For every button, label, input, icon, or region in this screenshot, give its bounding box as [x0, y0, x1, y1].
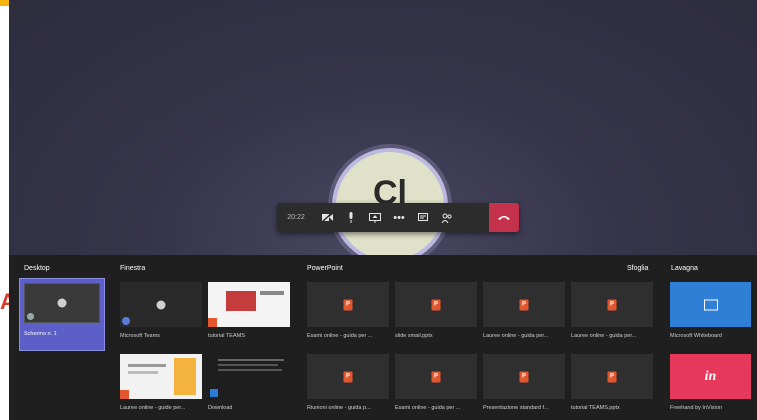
window-tile[interactable]: Lauree online - guide per... [120, 354, 202, 416]
participants-icon[interactable] [435, 203, 459, 232]
ppt-tile[interactable]: P Lauree online - guida per... [571, 282, 653, 344]
section-title-window: Finestra [120, 265, 146, 272]
desktop-share-tile[interactable]: Schermo n. 1 [19, 278, 105, 351]
share-tray: Desktop Finestra PowerPoint Sfoglia Lava… [9, 255, 757, 420]
more-icon[interactable]: ••• [387, 203, 411, 232]
folder-badge-icon [210, 389, 218, 397]
section-title-desktop: Desktop [24, 265, 50, 272]
ppt-label: Riunioni online - guida p... [307, 405, 371, 411]
powerpoint-icon: P [343, 371, 353, 382]
invision-icon: in [704, 368, 717, 384]
window-label: Lauree online - guide per... [120, 405, 186, 411]
powerpoint-icon: P [607, 371, 617, 382]
window-label: tutorial TEAMS [208, 333, 245, 339]
ppt-thumbnail: P [571, 282, 653, 327]
left-margin [0, 0, 9, 420]
desktop-label: Schermo n. 1 [24, 331, 57, 337]
call-control-bar: 20:22 ••• [277, 203, 519, 232]
ppt-tile[interactable]: P Presentazione standard f... [483, 354, 565, 416]
share-screen-icon[interactable] [363, 203, 387, 232]
thumb-text [260, 291, 284, 295]
hangup-button[interactable] [489, 203, 519, 232]
thumb-text [218, 369, 282, 371]
desktop-thumbnail [24, 283, 100, 323]
window-tile[interactable]: tutorial TEAMS [208, 282, 290, 344]
window-tile[interactable]: Microsoft Teams [120, 282, 202, 344]
invision-thumbnail: in [670, 354, 751, 399]
thumb-text [218, 359, 284, 361]
ppt-thumbnail: P [395, 282, 477, 327]
ppt-label: Esami online - guida per ... [395, 405, 461, 411]
ppt-tile[interactable]: P Esami online - guida per ... [395, 354, 477, 416]
mic-icon[interactable] [339, 203, 363, 232]
powerpoint-icon: P [343, 299, 353, 310]
teams-icon [27, 313, 34, 320]
thumb-text [218, 364, 278, 366]
chat-icon[interactable] [411, 203, 435, 232]
whiteboard-thumbnail [670, 282, 751, 327]
ppt-thumbnail: P [307, 354, 389, 399]
camera-icon[interactable] [315, 203, 339, 232]
whiteboard-label: Microsoft Whiteboard [670, 333, 722, 339]
window-label: Microsoft Teams [120, 333, 160, 339]
whiteboard-tile[interactable]: in Freehand by InVision [670, 354, 751, 416]
thumb-image [174, 358, 196, 395]
powerpoint-icon: P [519, 299, 529, 310]
thumb-image [226, 291, 256, 311]
participant-avatar: Cl [332, 148, 448, 255]
call-stage: Cl 20:22 ••• [9, 0, 757, 255]
ppt-label: Esami online - guida per ... [307, 333, 373, 339]
ppt-thumbnail: P [571, 354, 653, 399]
ppt-label: Presentazione standard f... [483, 405, 549, 411]
ppt-label: tutorial TEAMS.pptx [571, 405, 620, 411]
window-circle-icon [156, 300, 166, 309]
ppt-thumbnail: P [307, 282, 389, 327]
hangup-icon [498, 215, 510, 220]
ppt-tile[interactable]: P Riunioni online - guida p... [307, 354, 389, 416]
ppt-label: slide smail.pptx [395, 333, 433, 339]
window-thumbnail [208, 282, 290, 327]
powerpoint-icon: P [607, 299, 617, 310]
window-thumbnail [120, 282, 202, 327]
powerpoint-icon: P [431, 371, 441, 382]
ppt-thumbnail: P [483, 282, 565, 327]
ppt-label: Lauree online - guida per... [571, 333, 637, 339]
window-tile[interactable]: Download [208, 354, 290, 416]
section-title-powerpoint: PowerPoint [307, 265, 343, 272]
desktop-circle-icon [57, 298, 67, 308]
ppt-tile[interactable]: P slide smail.pptx [395, 282, 477, 344]
ppt-thumbnail: P [395, 354, 477, 399]
whiteboard-icon [703, 299, 718, 310]
annotation-marker: A [0, 289, 9, 314]
thumb-text [128, 371, 158, 374]
window-label: Download [208, 405, 233, 411]
ppt-badge-icon [120, 390, 129, 399]
browse-link[interactable]: Sfoglia [627, 265, 648, 272]
ppt-tile[interactable]: P Esami online - guida per ... [307, 282, 389, 344]
section-title-whiteboard: Lavagna [671, 265, 698, 272]
whiteboard-label: Freehand by InVision [670, 405, 722, 411]
ppt-tile[interactable]: P Lauree online - guida per... [483, 282, 565, 344]
ppt-badge-icon [208, 318, 217, 327]
call-timer: 20:22 [287, 214, 305, 221]
whiteboard-tile[interactable]: Microsoft Whiteboard [670, 282, 751, 344]
ppt-label: Lauree online - guida per... [483, 333, 549, 339]
ppt-tile[interactable]: P tutorial TEAMS.pptx [571, 354, 653, 416]
thumb-text [128, 364, 166, 367]
powerpoint-icon: P [431, 299, 441, 310]
window-thumbnail [208, 354, 290, 399]
app-badge-icon [122, 317, 130, 325]
ppt-thumbnail: P [483, 354, 565, 399]
powerpoint-icon: P [519, 371, 529, 382]
window-thumbnail [120, 354, 202, 399]
